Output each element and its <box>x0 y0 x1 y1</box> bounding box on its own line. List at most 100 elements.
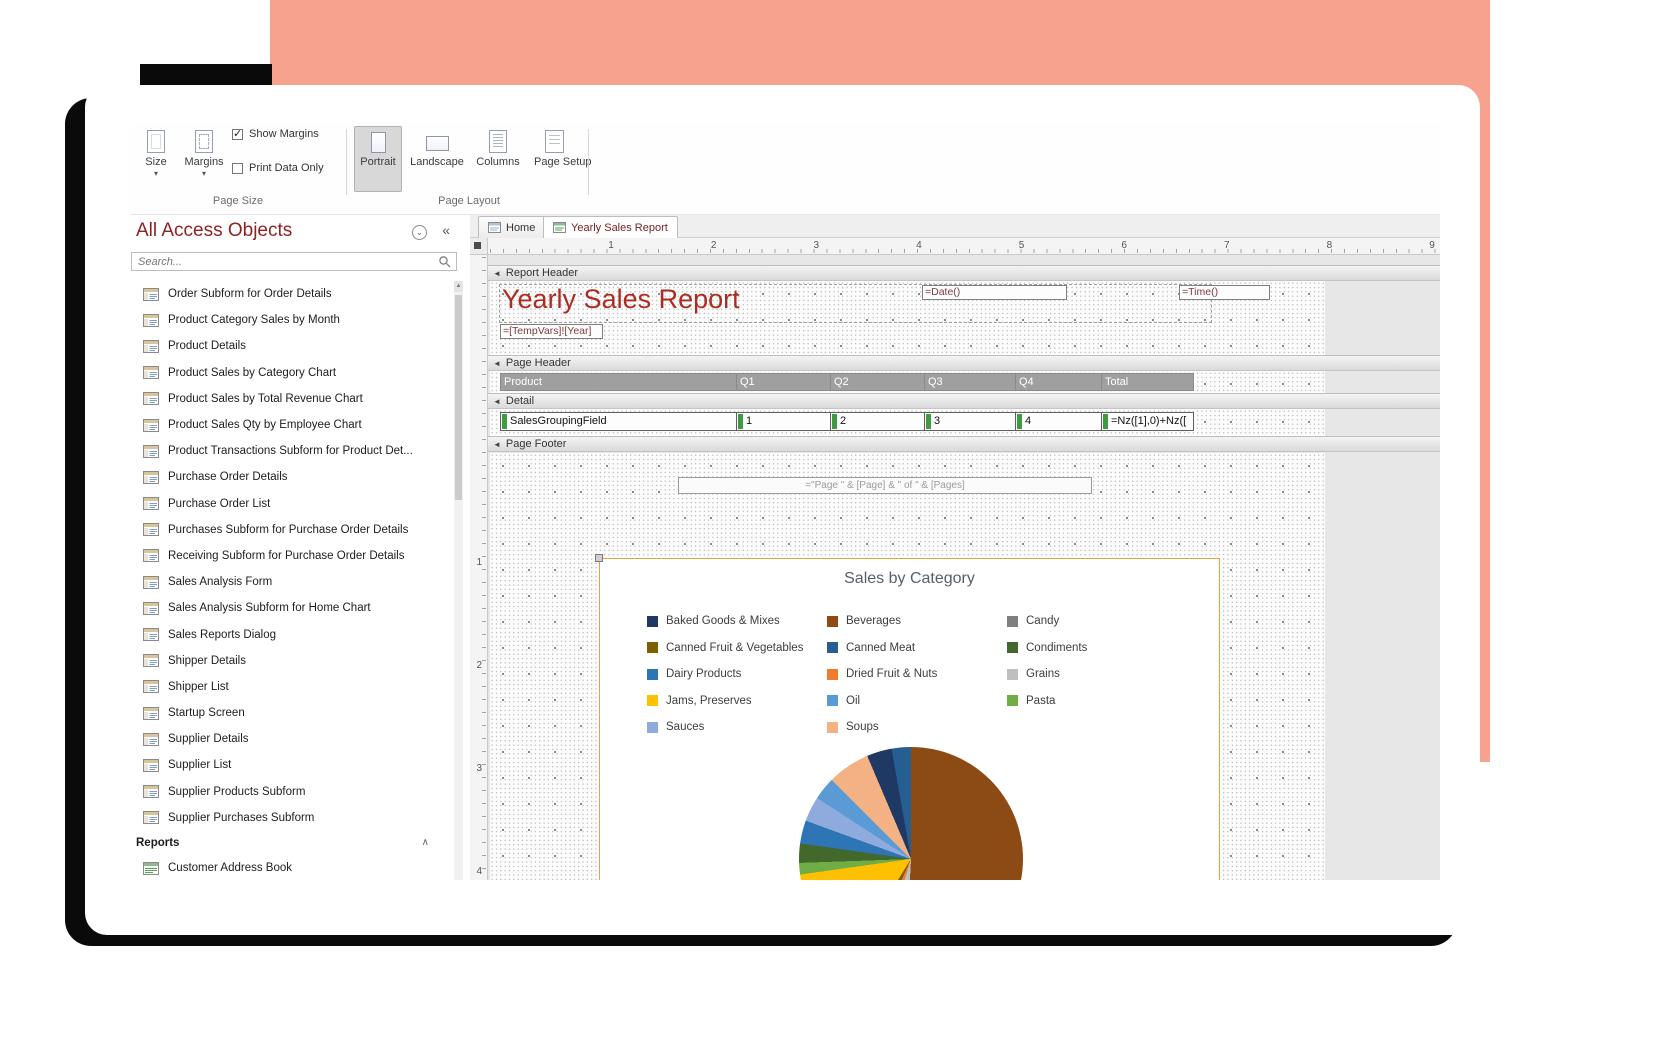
nav-list-item[interactable]: Order Subform for Order Details <box>130 281 453 307</box>
nav-list-item[interactable]: Shipper List <box>130 674 453 700</box>
nav-list-item[interactable]: Product Transactions Subform for Product… <box>130 438 453 464</box>
scroll-up-arrow-icon[interactable]: ▲ <box>454 281 463 292</box>
margins-button[interactable]: Margins▾ <box>180 126 228 192</box>
size-button[interactable]: Size▾ <box>136 126 176 192</box>
ruler-number: 3 <box>812 240 820 251</box>
chart-title: Sales by Category <box>600 570 1219 588</box>
detail-field-textbox[interactable]: 4 <box>1015 412 1102 431</box>
nav-list-item[interactable]: Product Category Sales by Month <box>130 307 453 333</box>
ruler-numbers: 123456789 <box>607 240 1436 251</box>
home-tab-icon <box>488 222 501 233</box>
page-footer-section[interactable]: ="Page " & [Page] & " of " & [Pages] Sal… <box>490 453 1325 880</box>
section-select-icon[interactable]: ◄ <box>493 359 501 368</box>
detail-section[interactable]: SalesGroupingField1234=Nz([1],0)+Nz([ <box>490 409 1325 436</box>
landscape-button[interactable]: Landscape <box>406 126 468 192</box>
column-header-row: ProductQ1Q2Q3Q4Total <box>500 373 1194 391</box>
section-label: Report Header <box>506 267 578 279</box>
nav-list-item[interactable]: Supplier Purchases Subform <box>130 805 453 831</box>
detail-field-textbox[interactable]: =Nz([1],0)+Nz([ <box>1101 412 1194 431</box>
detail-field-textbox[interactable]: 2 <box>830 412 925 431</box>
legend-swatch <box>827 669 838 680</box>
vertical-ruler[interactable]: 1234 <box>470 255 488 880</box>
report-header-section[interactable]: Yearly Sales Report =Date() =Time() =[Te… <box>490 281 1325 355</box>
column-header-cell[interactable]: Product <box>500 373 737 391</box>
search-input[interactable] <box>132 256 438 268</box>
collapse-group-icon[interactable]: ∧ <box>422 837 429 848</box>
print-data-only-checkbox[interactable]: Print Data Only <box>232 162 324 174</box>
nav-list-item[interactable]: Supplier Products Subform <box>130 779 453 805</box>
detail-field-textbox[interactable]: 1 <box>736 412 831 431</box>
nav-list-item[interactable]: Sales Reports Dialog <box>130 621 453 647</box>
nav-list-item[interactable]: Supplier Details <box>130 726 453 752</box>
nav-list-item[interactable]: Shipper Details <box>130 648 453 674</box>
report-selector-corner[interactable] <box>470 238 488 255</box>
column-header-cell[interactable]: Q4 <box>1015 373 1102 391</box>
nav-list-item[interactable]: Product Sales Qty by Employee Chart <box>130 412 453 438</box>
form-icon <box>143 680 159 693</box>
report-title-label[interactable]: Yearly Sales Report <box>502 284 740 315</box>
form-icon <box>143 576 159 589</box>
section-bar-page-footer[interactable]: ◄ Page Footer <box>488 436 1440 452</box>
section-select-icon[interactable]: ◄ <box>493 440 501 449</box>
tab-home[interactable]: Home <box>478 216 545 238</box>
resize-handle[interactable] <box>595 554 603 562</box>
section-select-icon[interactable]: ◄ <box>493 269 501 278</box>
show-margins-checkbox[interactable]: Show Margins <box>232 128 319 140</box>
ribbon: Size▾ Margins▾ Show Margins Print Data O… <box>130 123 1440 215</box>
tempvars-expression-textbox[interactable]: =[TempVars]![Year] <box>500 324 603 339</box>
nav-list-item[interactable]: Purchase Order List <box>130 491 453 517</box>
section-bar-report-header[interactable]: ◄ Report Header <box>488 265 1440 281</box>
form-icon <box>143 654 159 667</box>
section-bar-detail[interactable]: ◄ Detail <box>488 393 1440 409</box>
nav-item-label: Product Details <box>168 340 246 352</box>
detail-field-textbox[interactable]: SalesGroupingField <box>500 412 737 431</box>
legend-swatch <box>1007 642 1018 653</box>
column-header-cell[interactable]: Q2 <box>830 373 925 391</box>
nav-list-item[interactable]: Product Sales by Total Revenue Chart <box>130 386 453 412</box>
nav-item-label: Product Sales by Total Revenue Chart <box>168 393 363 405</box>
shutter-bar-collapse-icon[interactable]: « <box>442 222 450 238</box>
nav-list-item[interactable]: Supplier List <box>130 752 453 778</box>
nav-list-item[interactable]: Customer Address Book <box>130 855 453 880</box>
nav-list-item[interactable]: Sales Analysis Subform for Home Chart <box>130 595 453 621</box>
nav-group-reports[interactable]: Reports ∧ <box>130 831 453 855</box>
ruler-number: 9 <box>1428 240 1436 251</box>
nav-list-item[interactable]: Receiving Subform for Purchase Order Det… <box>130 543 453 569</box>
horizontal-ruler[interactable]: 123456789 <box>488 238 1440 255</box>
nav-list-item[interactable]: Product Details <box>130 333 453 359</box>
form-icon <box>143 811 159 824</box>
tab-home-label: Home <box>506 222 535 234</box>
legend-swatch <box>827 695 838 706</box>
search-icon[interactable] <box>438 255 451 268</box>
time-expression-textbox[interactable]: =Time() <box>1179 285 1270 300</box>
column-header-cell[interactable]: Total <box>1101 373 1194 391</box>
nav-list-item[interactable]: Purchases Subform for Purchase Order Det… <box>130 517 453 543</box>
nav-menu-chevron-icon[interactable]: ⌄ <box>412 225 427 240</box>
checkbox-checked-icon[interactable] <box>232 129 243 140</box>
tab-yearly-sales-report[interactable]: Yearly Sales Report <box>543 216 678 238</box>
legend-label: Baked Goods & Mixes <box>666 615 780 627</box>
sales-by-category-chart[interactable]: Sales by Category Baked Goods & Mixes Be… <box>599 558 1220 880</box>
columns-button[interactable]: Columns <box>472 126 524 192</box>
portrait-button[interactable]: Portrait <box>354 126 402 192</box>
form-icon <box>143 314 159 327</box>
detail-field-textbox[interactable]: 3 <box>924 412 1016 431</box>
page-header-section[interactable]: ProductQ1Q2Q3Q4Total <box>490 371 1325 393</box>
column-header-cell[interactable]: Q3 <box>924 373 1016 391</box>
nav-scrollbar[interactable]: ▲ <box>454 281 463 880</box>
nav-list-item[interactable]: Startup Screen <box>130 700 453 726</box>
checkbox-unchecked-icon[interactable] <box>232 163 243 174</box>
date-expression-textbox[interactable]: =Date() <box>922 285 1067 300</box>
nav-scrollbar-thumb[interactable] <box>455 295 462 500</box>
section-bar-page-header[interactable]: ◄ Page Header <box>488 355 1440 371</box>
column-header-cell[interactable]: Q1 <box>736 373 831 391</box>
page-setup-button[interactable]: Page Setup <box>530 126 578 192</box>
design-surface: Home Yearly Sales Report 123456789 1234 <box>470 215 1440 880</box>
page-number-expression-textbox[interactable]: ="Page " & [Page] & " of " & [Pages] <box>678 477 1092 494</box>
nav-list-item[interactable]: Product Sales by Category Chart <box>130 360 453 386</box>
section-select-icon[interactable]: ◄ <box>493 397 501 406</box>
legend-item: Soups <box>827 721 1007 733</box>
margins-button-label: Margins <box>184 156 223 168</box>
nav-list-item[interactable]: Purchase Order Details <box>130 464 453 490</box>
nav-list-item[interactable]: Sales Analysis Form <box>130 569 453 595</box>
